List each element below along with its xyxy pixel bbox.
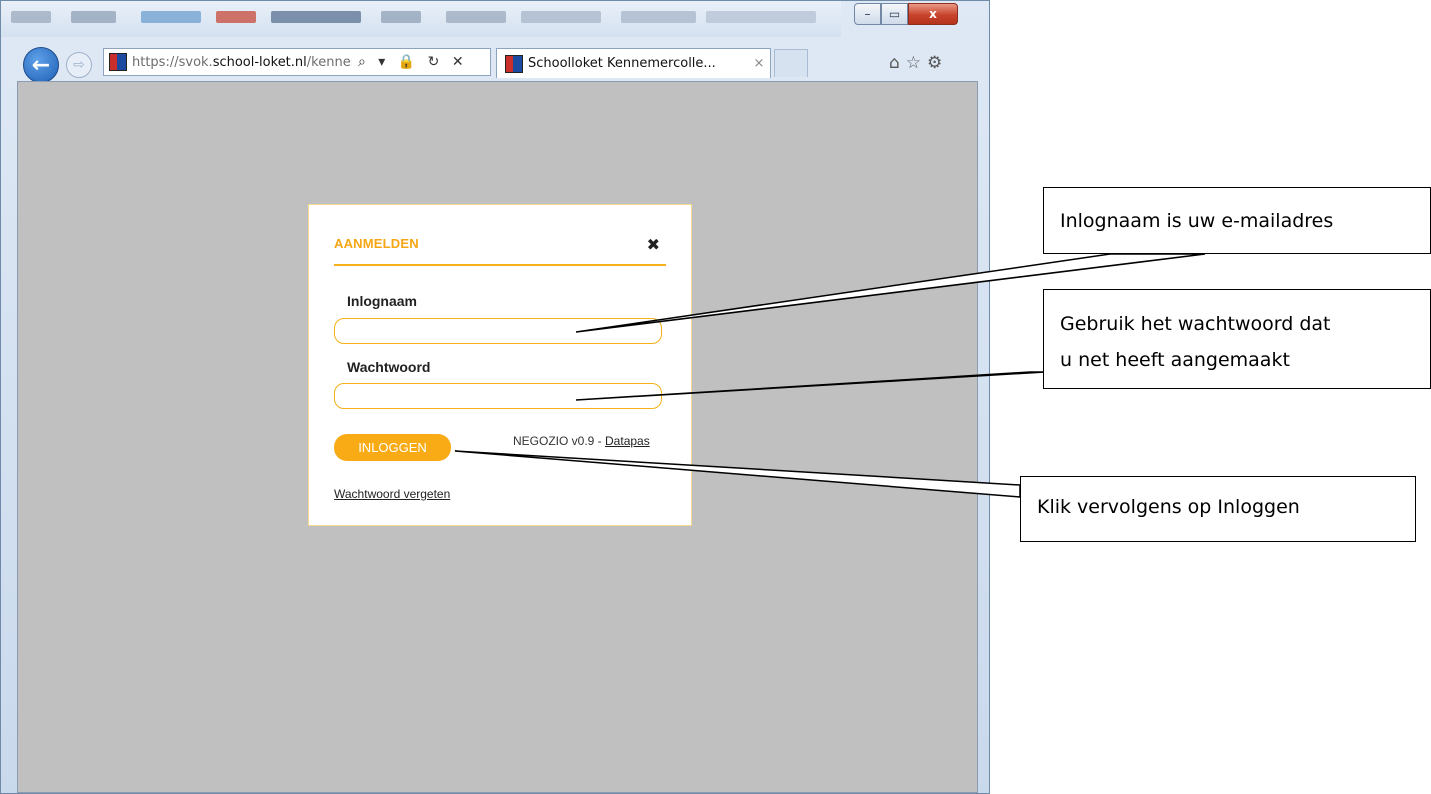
tab-favicon-icon	[505, 54, 523, 73]
username-input[interactable]	[334, 318, 662, 344]
new-tab-button[interactable]	[774, 49, 808, 77]
modal-title: AANMELDEN	[334, 236, 419, 251]
tab-title: Schoolloket Kennemercolle...	[528, 56, 716, 71]
address-actions-icon[interactable]: ⌕ ▾ 🔒 ↻ ✕	[358, 54, 468, 70]
forgot-password-link[interactable]: Wachtwoord vergeten	[334, 487, 450, 501]
url-path: /kennemer	[306, 54, 352, 70]
username-label: Inlognaam	[347, 293, 418, 309]
back-button[interactable]: ←	[23, 47, 59, 83]
callout-login: Klik vervolgens op Inloggen	[1020, 476, 1416, 542]
back-arrow-icon: ←	[31, 52, 51, 78]
address-url[interactable]: https://svok.school-loket.nl/kennemer	[132, 55, 352, 70]
forward-arrow-icon: ⇨	[73, 57, 85, 73]
callout-password-line1: Gebruik het wachtwoord dat	[1060, 313, 1331, 335]
tools-icons[interactable]: ⌂☆⚙	[889, 53, 948, 73]
password-input[interactable]	[334, 383, 662, 409]
maximize-button[interactable]: ▭	[881, 3, 908, 25]
callout-username-text: Inlognaam is uw e-mailadres	[1060, 210, 1334, 232]
version-text: NEGOZIO v0.9 -	[513, 434, 606, 448]
toolbar-strip	[1, 1, 841, 37]
password-label: Wachtwoord	[347, 359, 431, 375]
forward-button[interactable]: ⇨	[66, 52, 92, 78]
callout-password-line2: u net heeft aangemaakt	[1060, 349, 1290, 371]
modal-header: AANMELDEN ✖	[334, 235, 666, 266]
url-prefix: https://svok.	[132, 54, 213, 70]
callout-username: Inlognaam is uw e-mailadres	[1043, 187, 1431, 254]
navigation-bar: ← ⇨ https://svok.school-loket.nl/kenneme…	[1, 41, 991, 83]
url-domain: school-loket.nl	[212, 54, 307, 70]
tab-schoolloket[interactable]: Schoolloket Kennemercolle... ×	[496, 48, 771, 78]
login-button[interactable]: INLOGGEN	[334, 434, 451, 461]
callout-login-text: Klik vervolgens op Inloggen	[1037, 496, 1300, 518]
datapas-link[interactable]: Datapas	[605, 434, 650, 448]
site-favicon-icon	[109, 53, 127, 71]
tab-close-icon[interactable]: ×	[748, 56, 770, 71]
version-info: NEGOZIO v0.9 - Datapas	[513, 434, 650, 448]
callout-password: Gebruik het wachtwoord dat u net heeft a…	[1043, 289, 1431, 389]
minimize-button[interactable]: –	[854, 3, 881, 25]
window-controls: – ▭ x	[854, 3, 958, 25]
close-icon[interactable]: ✖	[647, 235, 660, 254]
close-window-button[interactable]: x	[908, 3, 958, 25]
address-bar[interactable]: https://svok.school-loket.nl/kennemer ⌕ …	[103, 48, 491, 76]
login-modal: AANMELDEN ✖ Inlognaam Wachtwoord INLOGGE…	[308, 204, 692, 526]
